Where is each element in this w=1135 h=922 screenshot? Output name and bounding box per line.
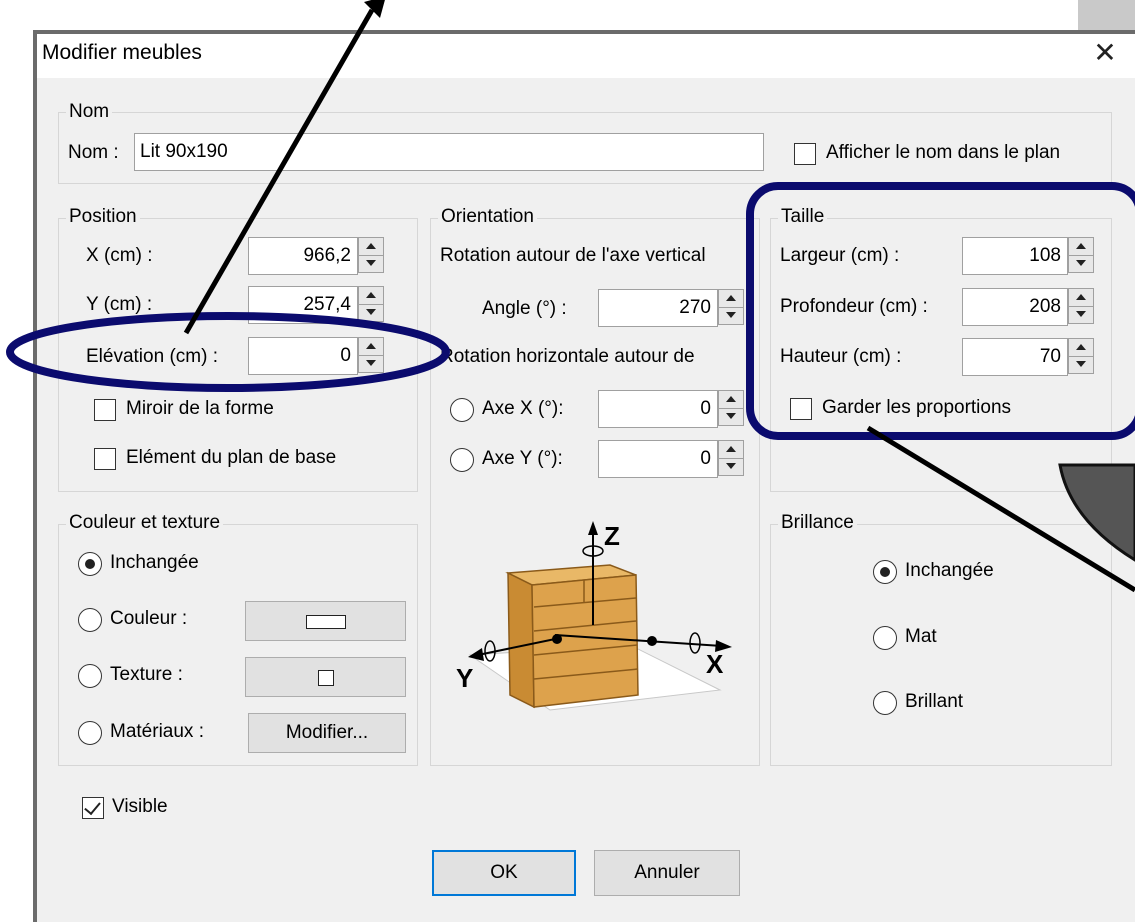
taille-highlight-box bbox=[746, 182, 1135, 440]
annotation-marker-shape bbox=[1058, 463, 1135, 562]
elevation-highlight-ellipse bbox=[6, 312, 450, 392]
annotation-arrow-up bbox=[183, 8, 375, 335]
annotation-overlay bbox=[6, 0, 1135, 593]
